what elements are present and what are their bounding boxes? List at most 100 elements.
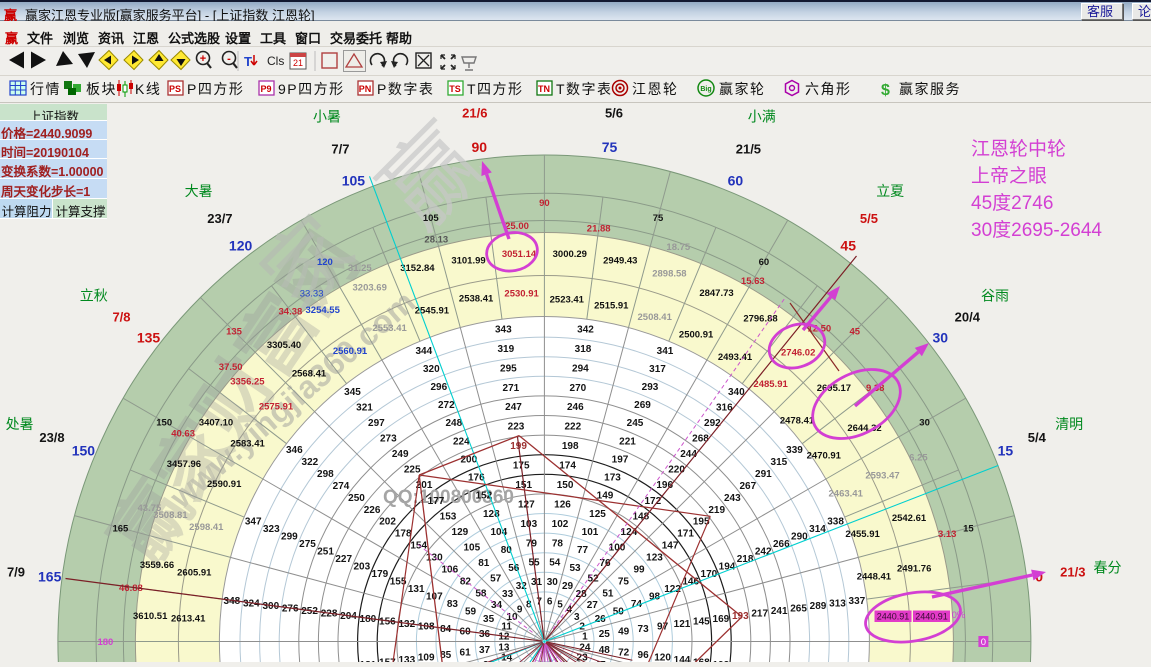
- svg-text:150: 150: [72, 443, 96, 459]
- svg-text:33: 33: [502, 589, 514, 600]
- svg-text:21/6: 21/6: [462, 106, 487, 121]
- svg-text:45: 45: [840, 238, 856, 254]
- svg-text:Cls: Cls: [267, 54, 284, 68]
- svg-text:150: 150: [156, 418, 172, 429]
- svg-text:3559.66: 3559.66: [140, 560, 174, 571]
- svg-text:1: 1: [582, 632, 588, 643]
- svg-text:3051.14: 3051.14: [502, 249, 537, 260]
- svg-text:9: 9: [517, 605, 523, 616]
- svg-text:3000.29: 3000.29: [553, 249, 587, 260]
- svg-text:271: 271: [503, 383, 520, 394]
- svg-text:3.13: 3.13: [938, 529, 957, 540]
- svg-text:2542.61: 2542.61: [892, 513, 927, 524]
- svg-text:2485.91: 2485.91: [753, 379, 788, 390]
- svg-text:342: 342: [577, 325, 594, 336]
- svg-text:25.00: 25.00: [505, 221, 529, 232]
- svg-text:347: 347: [245, 516, 262, 527]
- svg-text:2590.91: 2590.91: [207, 479, 242, 490]
- svg-text:5: 5: [557, 599, 563, 610]
- svg-text:30: 30: [547, 577, 559, 588]
- svg-text:165: 165: [112, 523, 129, 534]
- svg-text:51: 51: [602, 588, 614, 599]
- svg-text:120: 120: [229, 238, 253, 254]
- svg-text:343: 343: [495, 325, 512, 336]
- svg-text:+: +: [200, 53, 206, 65]
- svg-text:319: 319: [497, 344, 514, 355]
- svg-text:江恩轮中轮: 江恩轮中轮: [971, 138, 1066, 160]
- svg-text:53: 53: [569, 563, 581, 574]
- svg-text:266: 266: [773, 539, 790, 550]
- svg-text:春分: 春分: [1094, 559, 1122, 575]
- svg-text:126: 126: [554, 499, 571, 510]
- svg-text:-: -: [227, 53, 231, 65]
- svg-text:313: 313: [829, 598, 846, 609]
- svg-text:345: 345: [344, 387, 361, 398]
- svg-text:6.25: 6.25: [909, 453, 928, 464]
- svg-text:30: 30: [933, 330, 949, 346]
- svg-text:77: 77: [577, 545, 589, 556]
- svg-text:295: 295: [500, 363, 517, 374]
- svg-text:2898.58: 2898.58: [652, 269, 686, 280]
- svg-text:20/4: 20/4: [955, 310, 981, 325]
- svg-text:251: 251: [317, 546, 334, 557]
- svg-text:105: 105: [463, 542, 480, 553]
- svg-text:54: 54: [549, 558, 561, 569]
- svg-text:34.38: 34.38: [279, 306, 303, 317]
- svg-text:35: 35: [483, 614, 495, 625]
- svg-text:293: 293: [642, 382, 659, 393]
- svg-text:99: 99: [633, 564, 645, 575]
- svg-text:121: 121: [674, 619, 691, 630]
- svg-text:109: 109: [418, 653, 435, 662]
- svg-text:江恩轮: 江恩轮: [632, 81, 679, 97]
- svg-text:3: 3: [574, 612, 580, 623]
- svg-text:60: 60: [759, 257, 770, 268]
- svg-text:21.88: 21.88: [587, 224, 611, 235]
- svg-text:61: 61: [460, 647, 472, 658]
- svg-text:172: 172: [644, 496, 661, 507]
- svg-text:2593.47: 2593.47: [865, 470, 899, 481]
- svg-text:73: 73: [638, 624, 650, 635]
- svg-text:219: 219: [708, 505, 725, 516]
- svg-text:339: 339: [786, 445, 803, 456]
- svg-text:2746.02: 2746.02: [781, 348, 815, 359]
- svg-text:2523.41: 2523.41: [550, 295, 585, 306]
- svg-text:245: 245: [627, 418, 644, 429]
- svg-text:24: 24: [579, 642, 591, 653]
- svg-text:242: 242: [755, 546, 772, 557]
- svg-text:37: 37: [479, 645, 491, 656]
- svg-text:Big: Big: [700, 86, 711, 93]
- svg-text:129: 129: [452, 527, 469, 538]
- svg-text:317: 317: [649, 364, 666, 375]
- svg-text:小暑: 小暑: [313, 109, 341, 125]
- svg-text:25: 25: [599, 629, 611, 640]
- svg-text:21/5: 21/5: [736, 142, 761, 157]
- svg-text:320: 320: [423, 364, 440, 375]
- svg-text:小满: 小满: [748, 109, 776, 125]
- svg-text:3610.51: 3610.51: [133, 611, 168, 622]
- svg-text:T数字表: T数字表: [556, 81, 613, 97]
- svg-text:341: 341: [657, 346, 674, 357]
- svg-text:2553.41: 2553.41: [372, 323, 407, 334]
- svg-text:120: 120: [317, 257, 333, 268]
- svg-text:198: 198: [562, 441, 579, 452]
- svg-text:227: 227: [335, 554, 352, 565]
- svg-text:170: 170: [701, 569, 718, 580]
- svg-text:322: 322: [302, 457, 319, 468]
- svg-text:2493.41: 2493.41: [718, 352, 753, 363]
- svg-text:82: 82: [460, 576, 472, 587]
- svg-text:29: 29: [562, 581, 574, 592]
- svg-text:177: 177: [428, 496, 445, 507]
- svg-text:3457.96: 3457.96: [167, 459, 201, 470]
- svg-text:P数字表: P数字表: [377, 81, 434, 97]
- svg-text:222: 222: [564, 422, 581, 433]
- svg-text:323: 323: [263, 524, 280, 535]
- svg-text:6: 6: [547, 597, 553, 608]
- svg-text:2463.41: 2463.41: [829, 488, 864, 499]
- svg-text:49: 49: [618, 627, 630, 638]
- svg-text:30度2695-2644: 30度2695-2644: [971, 219, 1102, 241]
- svg-text:TN: TN: [538, 84, 550, 94]
- svg-text:58: 58: [475, 588, 487, 599]
- svg-text:267: 267: [739, 481, 756, 492]
- svg-text:244: 244: [680, 449, 697, 460]
- svg-text:谷雨: 谷雨: [981, 288, 1009, 304]
